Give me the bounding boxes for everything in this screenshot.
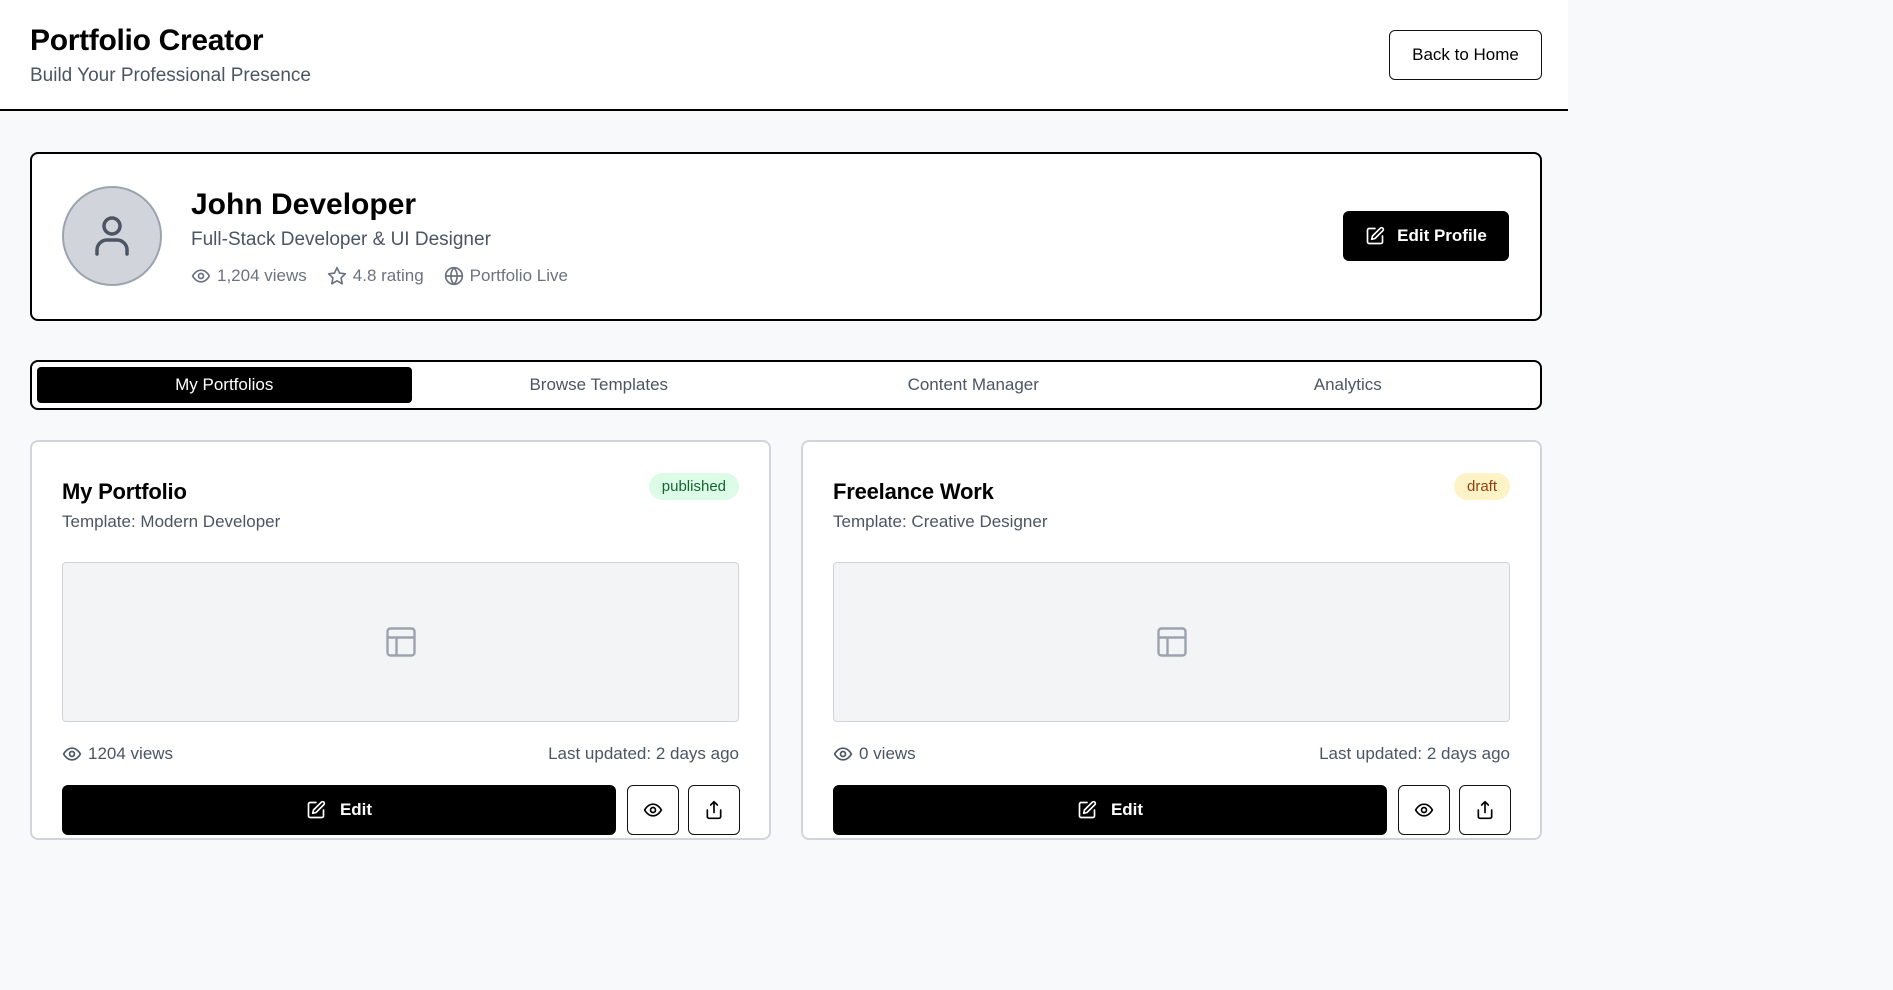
eye-icon	[62, 747, 82, 761]
edit-profile-button[interactable]: Edit Profile	[1343, 211, 1509, 261]
tab-browse-templates[interactable]: Browse Templates	[412, 367, 787, 403]
back-to-home-button[interactable]: Back to Home	[1389, 30, 1542, 80]
edit-label: Edit	[1110, 800, 1144, 819]
profile-role: Full-Stack Developer & UI Designer	[191, 229, 491, 250]
portfolio-template: Template: Modern Developer	[62, 512, 281, 531]
views-count: 0 views	[859, 744, 916, 763]
edit-portfolio-button[interactable]: Edit	[62, 785, 616, 835]
last-updated: Last updated: 2 days ago	[1319, 744, 1510, 763]
portfolio-status: Portfolio Live	[469, 266, 568, 285]
status-badge: draft	[1453, 473, 1510, 500]
layout-icon	[385, 627, 416, 657]
edit-profile-label: Edit Profile	[1397, 226, 1487, 245]
portfolio-preview[interactable]	[833, 562, 1510, 722]
portfolio-title: Freelance Work	[833, 479, 994, 504]
tab-my-portfolios[interactable]: My Portfolios	[37, 367, 412, 403]
status-stat: Portfolio Live	[444, 266, 568, 286]
user-icon	[95, 216, 129, 256]
portfolio-views: 0 views	[833, 744, 916, 764]
preview-button[interactable]	[627, 785, 679, 835]
tab-bar: My Portfolios Browse Templates Content M…	[30, 360, 1542, 410]
app-title: Portfolio Creator	[30, 24, 264, 57]
profile-stats: 1,204 views 4.8 rating Portfolio Live	[191, 266, 568, 286]
app-header: Portfolio Creator Build Your Professiona…	[0, 0, 1568, 111]
rating-value: 4.8 rating	[352, 266, 424, 285]
share-icon	[706, 800, 722, 820]
portfolio-title: My Portfolio	[62, 479, 187, 504]
eye-icon	[833, 747, 853, 761]
globe-icon	[444, 266, 463, 286]
tab-content-manager[interactable]: Content Manager	[786, 367, 1161, 403]
layout-icon	[1156, 627, 1187, 657]
profile-card: John Developer Full-Stack Developer & UI…	[30, 152, 1542, 321]
profile-name: John Developer	[191, 188, 417, 221]
portfolio-card: My Portfolio Template: Modern Developer …	[30, 440, 771, 840]
eye-icon	[643, 803, 663, 817]
avatar	[62, 186, 162, 286]
star-icon	[327, 266, 346, 285]
edit-icon	[1078, 800, 1097, 819]
portfolio-card: Freelance Work Template: Creative Design…	[801, 440, 1542, 840]
edit-label: Edit	[339, 800, 373, 819]
views-stat: 1,204 views	[191, 266, 307, 286]
views-count: 1,204 views	[217, 266, 307, 285]
edit-portfolio-button[interactable]: Edit	[833, 785, 1387, 835]
share-button[interactable]	[1459, 785, 1511, 835]
app-subtitle: Build Your Professional Presence	[30, 65, 311, 86]
preview-button[interactable]	[1398, 785, 1450, 835]
tab-analytics[interactable]: Analytics	[1161, 367, 1536, 403]
share-button[interactable]	[688, 785, 740, 835]
portfolio-template: Template: Creative Designer	[833, 512, 1048, 531]
edit-icon	[307, 800, 326, 819]
portfolio-views: 1204 views	[62, 744, 173, 764]
status-badge: published	[648, 473, 739, 500]
last-updated: Last updated: 2 days ago	[548, 744, 739, 763]
eye-icon	[1414, 803, 1434, 817]
edit-icon	[1366, 226, 1385, 245]
eye-icon	[191, 269, 211, 283]
views-count: 1204 views	[88, 744, 174, 763]
rating-stat: 4.8 rating	[327, 266, 424, 286]
portfolio-preview[interactable]	[62, 562, 739, 722]
share-icon	[1477, 800, 1493, 820]
